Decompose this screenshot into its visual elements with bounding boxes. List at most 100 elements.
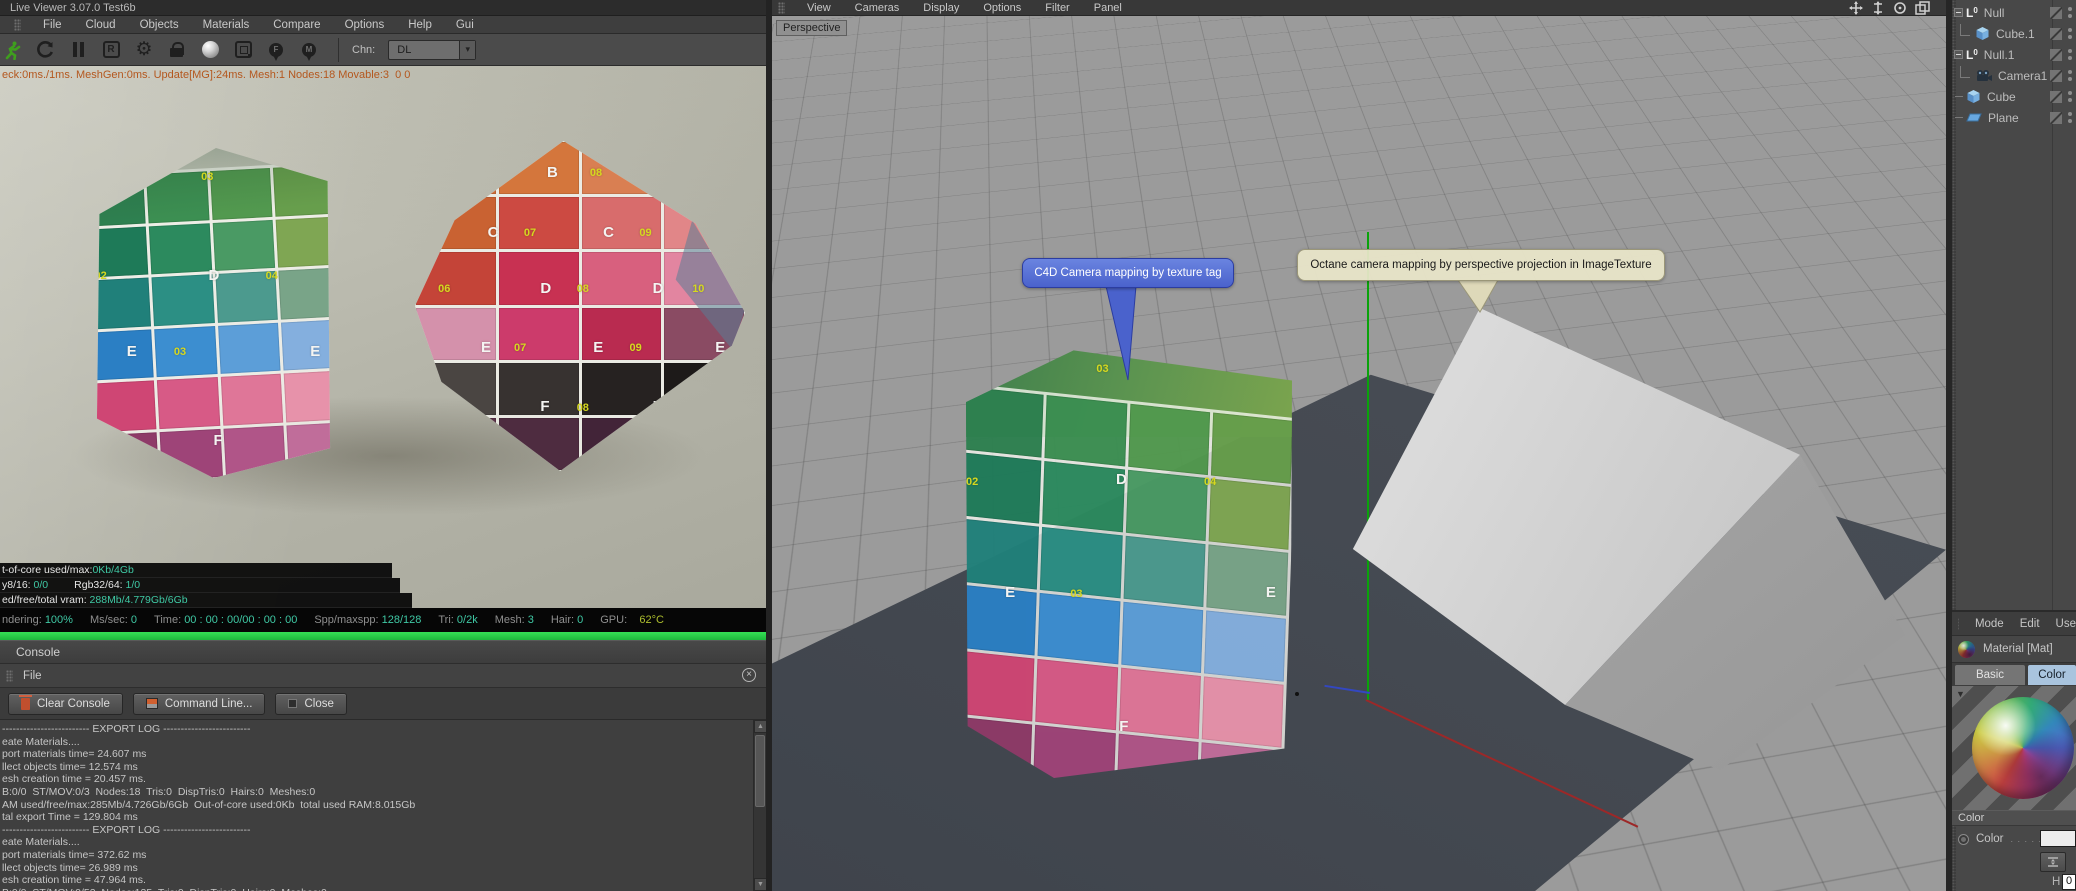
viewport-scene[interactable]: C0302D04E03EF C4D Camera mapping by text… [772, 16, 1946, 891]
cube-object-icon [1966, 89, 1981, 104]
visibility-dots-icon[interactable] [2068, 112, 2072, 123]
attribute-grip-icon[interactable] [1958, 617, 1959, 630]
vp-menu-options[interactable]: Options [983, 2, 1021, 14]
material-picker-icon[interactable]: M [299, 39, 319, 61]
channel-dropdown[interactable]: DL ▾ [388, 39, 477, 60]
visibility-dots-icon[interactable] [2068, 70, 2072, 81]
restart-region-icon[interactable]: R [101, 39, 121, 61]
color-swatch[interactable] [2040, 830, 2076, 847]
lock-resolution-icon[interactable] [167, 39, 187, 61]
menubar-grip-icon[interactable] [14, 18, 21, 31]
close-console-button[interactable]: Close [275, 692, 347, 715]
material-preview[interactable]: ▼ [1952, 686, 2076, 810]
texture-label: F [540, 398, 550, 416]
preview-expand-icon[interactable]: ▼ [1956, 689, 1965, 699]
lv-menu-cloud[interactable]: Cloud [86, 19, 116, 31]
scene-stats-line: eck:0ms./1ms. MeshGen:0ms. Update[MG]:24… [2, 69, 411, 81]
object-name[interactable]: Plane [1988, 111, 2019, 125]
vp-menu-filter[interactable]: Filter [1045, 2, 1069, 14]
texture-button[interactable] [2040, 852, 2066, 872]
om-item-null[interactable]: L 0 Null [1952, 2, 2076, 23]
layer-toggle-icon[interactable] [2050, 69, 2062, 82]
layer-toggle-icon[interactable] [2050, 27, 2062, 40]
toggle-view-icon[interactable] [1915, 1, 1930, 15]
lv-menu-gui[interactable]: Gui [456, 19, 474, 31]
lv-menu-materials[interactable]: Materials [203, 19, 250, 31]
layer-toggle-icon[interactable] [2050, 6, 2062, 19]
layer-toggle-icon[interactable] [2050, 111, 2062, 124]
object-name[interactable]: Null.1 [1984, 48, 2015, 62]
visibility-dots-icon[interactable] [2068, 28, 2072, 39]
vp-menu-view[interactable]: View [807, 2, 831, 14]
command-line-button[interactable]: Command Line... [132, 692, 266, 715]
clear-console-button[interactable]: Clear Console [8, 692, 123, 715]
color-section-header[interactable]: Color [1952, 810, 2076, 826]
rotate-view-icon[interactable] [1893, 1, 1907, 15]
scroll-thumb[interactable] [755, 735, 765, 807]
focus-picker-icon[interactable]: F [266, 39, 286, 61]
visibility-dots-icon[interactable] [2068, 49, 2072, 60]
om-item-camera1[interactable]: Camera1 [1952, 65, 2076, 86]
texture-label: 04 [1203, 475, 1217, 488]
overlay-stat-row: y8/16: 0/0 Rgb32/64: 1/0 [0, 578, 400, 593]
texture-label: F [213, 431, 223, 449]
lv-menu-compare[interactable]: Compare [273, 19, 320, 31]
lv-menu-objects[interactable]: Objects [140, 19, 179, 31]
object-name[interactable]: Camera1 [1998, 69, 2047, 83]
perspective-label[interactable]: Perspective [776, 20, 848, 36]
om-item-null-1[interactable]: L 0 Null.1 [1952, 44, 2076, 65]
layer-toggle-icon[interactable] [2050, 48, 2062, 61]
send-scene-icon[interactable] [2, 39, 22, 61]
console-log[interactable]: ------------------------- EXPORT LOG ---… [0, 720, 766, 891]
render-region-icon[interactable] [233, 39, 253, 61]
object-name[interactable]: Cube [1987, 90, 2016, 104]
layer-toggle-icon[interactable] [2050, 90, 2062, 103]
viewport-grip-icon[interactable] [778, 1, 785, 14]
console-scrollbar[interactable]: ▲ ▼ [753, 720, 766, 891]
om-item-cube[interactable]: Cube [1952, 86, 2076, 107]
mat-menu-edit[interactable]: Edit [2020, 618, 2040, 630]
color-radio-icon[interactable] [1958, 833, 1969, 845]
c4d-viewport[interactable]: C0302D04E03EF C4D Camera mapping by text… [772, 0, 1946, 891]
collapse-icon[interactable] [1954, 50, 1963, 59]
lv-menu-options[interactable]: Options [345, 19, 385, 31]
pause-render-icon[interactable] [68, 39, 88, 61]
vp-menu-panel[interactable]: Panel [1094, 2, 1122, 14]
lv-menu-file[interactable]: File [43, 19, 62, 31]
console-titlebar[interactable]: Console [0, 640, 766, 664]
vp-menu-cameras[interactable]: Cameras [855, 2, 900, 14]
console-menu-file[interactable]: File [23, 670, 42, 682]
mat-menu-use[interactable]: Use [2056, 618, 2076, 630]
render-view[interactable]: C0302D04E03EF B08C07C0906D08D10E07E09E01… [0, 66, 766, 608]
vp-menu-display[interactable]: Display [923, 2, 959, 14]
object-name[interactable]: Null [1984, 6, 2005, 20]
visibility-dots-icon[interactable] [2068, 7, 2072, 18]
material-ball-icon[interactable] [200, 39, 220, 61]
chevron-down-icon[interactable]: ▾ [459, 40, 476, 59]
settings-gear-icon[interactable]: ⚙ [134, 39, 154, 61]
restart-render-icon[interactable] [35, 39, 55, 61]
move-view-icon[interactable] [1849, 1, 1863, 15]
console-grip-icon[interactable] [6, 669, 13, 682]
collapse-icon[interactable] [1954, 8, 1963, 17]
textured-cube-object[interactable]: C0302D04E03EF [966, 350, 1292, 778]
live-viewer-titlebar[interactable]: Live Viewer 3.07.0 Test6b [0, 0, 766, 16]
hue-field[interactable]: 0 [2062, 874, 2076, 890]
scroll-up-icon[interactable]: ▲ [754, 720, 766, 733]
texture-label: 08 [589, 167, 603, 180]
texture-label: 06 [438, 282, 451, 295]
null-object-icon: L0 [1966, 47, 1978, 62]
lv-menu-help[interactable]: Help [408, 19, 432, 31]
om-item-cube-1[interactable]: Cube.1 [1952, 23, 2076, 44]
texture-label: C [603, 223, 614, 241]
mat-menu-mode[interactable]: Mode [1975, 618, 2004, 630]
tab-basic[interactable]: Basic [1955, 665, 2025, 685]
zoom-view-icon[interactable] [1871, 1, 1885, 15]
object-name[interactable]: Cube.1 [1996, 27, 2035, 41]
material-header[interactable]: Material [Mat] [1952, 636, 2076, 663]
scroll-down-icon[interactable]: ▼ [754, 878, 766, 891]
tab-color[interactable]: Color [2028, 665, 2076, 685]
om-item-plane[interactable]: Plane [1952, 107, 2076, 128]
visibility-dots-icon[interactable] [2068, 91, 2072, 102]
close-icon[interactable]: × [742, 668, 756, 682]
